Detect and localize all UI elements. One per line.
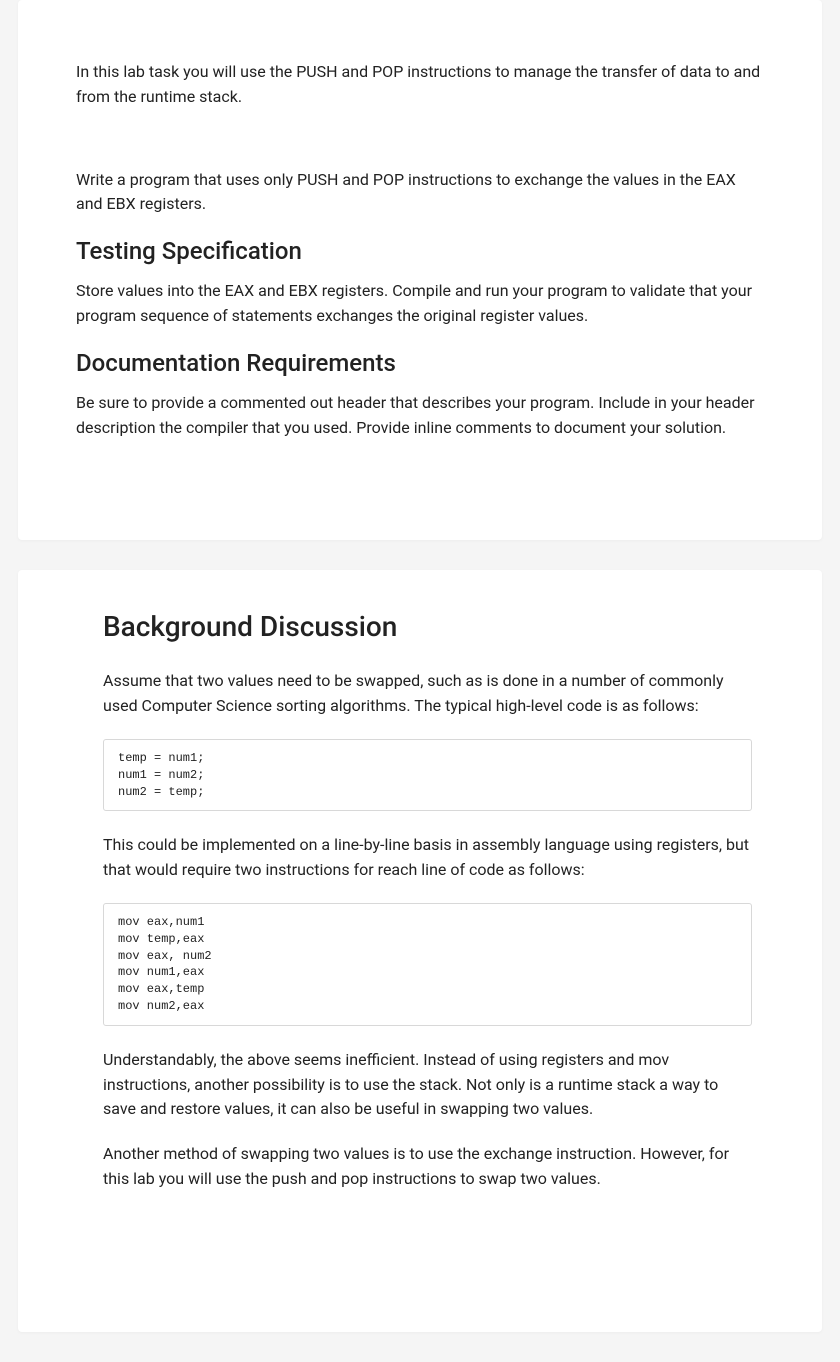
code-block-highlevel: temp = num1; num1 = num2; num2 = temp; [103,739,752,811]
intro-paragraph: In this lab task you will use the PUSH a… [76,60,764,110]
bg-paragraph-4: Another method of swapping two values is… [103,1142,752,1192]
testing-spec-heading: Testing Specification [76,237,764,265]
doc-requirements-body: Be sure to provide a commented out heade… [76,391,764,441]
bg-paragraph-2: This could be implemented on a line-by-l… [103,833,752,883]
background-discussion-card: Background Discussion Assume that two va… [18,570,822,1331]
lab-task-card: In this lab task you will use the PUSH a… [18,0,822,540]
bg-paragraph-3: Understandably, the above seems ineffici… [103,1048,752,1122]
background-title: Background Discussion [103,610,752,643]
doc-requirements-heading: Documentation Requirements [76,349,764,377]
bg-paragraph-1: Assume that two values need to be swappe… [103,669,752,719]
task-paragraph: Write a program that uses only PUSH and … [76,168,764,218]
code-block-assembly: mov eax,num1 mov temp,eax mov eax, num2 … [103,903,752,1026]
testing-spec-body: Store values into the EAX and EBX regist… [76,279,764,329]
